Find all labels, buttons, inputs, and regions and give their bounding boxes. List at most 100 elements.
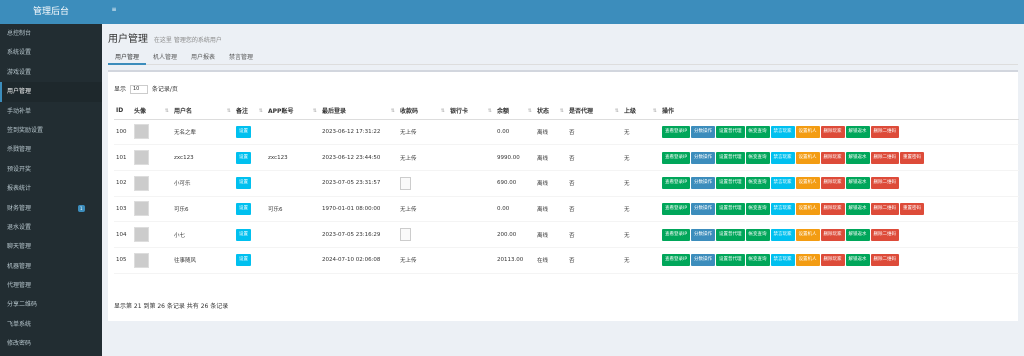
note-set-button[interactable]: 设置 [236,254,251,267]
column-header[interactable]: 操作 [660,103,1019,120]
column-header[interactable]: 银行卡 ⇅ [448,103,495,120]
sort-icon[interactable]: ⇅ [313,108,317,114]
column-header[interactable]: ID [114,103,132,120]
sidebar-item[interactable]: 机器管理 [0,257,102,276]
action-account-query-button[interactable]: 帐变查询 [745,228,770,241]
action-set-robot-button[interactable]: 设置机人 [795,228,820,241]
sidebar-item[interactable]: 退水设置 [0,218,102,237]
sidebar-item[interactable]: 预设开奖 [0,160,102,179]
page-length-select[interactable]: 10 [129,85,148,94]
note-set-button[interactable]: 设置 [236,177,251,190]
action-delete-player-button[interactable]: 删除玩家 [820,151,845,164]
action-account-query-button[interactable]: 帐变查询 [745,177,770,190]
action-account-query-button[interactable]: 帐变查询 [745,151,770,164]
action-delete-qr-button[interactable]: 删除二维码 [870,202,900,215]
note-set-button[interactable]: 设置 [236,151,251,164]
action-view-ip-button[interactable]: 查看登录IP [662,177,691,190]
action-unbind-water-button[interactable]: 解锁返水 [845,228,870,241]
action-ban-player-button[interactable]: 禁言玩家 [770,228,795,241]
tab-3[interactable]: 禁言管理 [222,51,260,65]
action-delete-player-button[interactable]: 删除玩家 [820,254,845,267]
sidebar-item[interactable]: 游戏设置 [0,63,102,82]
action-set-agent-button[interactable]: 设置普代理 [716,125,745,138]
sidebar-item[interactable]: 代理管理 [0,276,102,295]
action-delete-qr-button[interactable]: 删除二维码 [870,177,900,190]
action-reset-password-button[interactable]: 重置密码 [900,202,925,215]
qr-image-icon[interactable] [400,176,411,190]
sidebar-item[interactable]: 报表统计 [0,179,102,198]
action-set-agent-button[interactable]: 设置普代理 [716,228,745,241]
sidebar-item[interactable]: 分享二维码 [0,295,102,314]
action-unbind-water-button[interactable]: 解锁返水 [845,177,870,190]
action-set-agent-button[interactable]: 设置普代理 [716,177,745,190]
action-ban-player-button[interactable]: 禁言玩家 [770,254,795,267]
sort-icon[interactable]: ⇅ [391,108,395,114]
action-score-op-button[interactable]: 分数操作 [691,151,716,164]
action-delete-qr-button[interactable]: 删除二维码 [870,228,900,241]
action-unbind-water-button[interactable]: 解锁返水 [845,151,870,164]
column-header[interactable]: 备注 ⇅ [234,103,266,120]
action-account-query-button[interactable]: 帐变查询 [745,254,770,267]
action-delete-qr-button[interactable]: 删除二维码 [870,254,900,267]
action-ban-player-button[interactable]: 禁言玩家 [770,125,795,138]
tab-2[interactable]: 用户报表 [184,51,222,65]
action-unbind-water-button[interactable]: 解锁返水 [845,125,870,138]
column-header[interactable]: 头像 ⇅ [132,103,172,120]
note-set-button[interactable]: 设置 [236,228,251,241]
action-view-ip-button[interactable]: 查看登录IP [662,202,691,215]
action-score-op-button[interactable]: 分数操作 [691,177,716,190]
action-unbind-water-button[interactable]: 解锁返水 [845,254,870,267]
sort-icon[interactable]: ⇅ [560,108,564,114]
action-view-ip-button[interactable]: 查看登录IP [662,254,691,267]
action-set-agent-button[interactable]: 设置普代理 [716,202,745,215]
column-header[interactable]: 是否代理 ⇅ [567,103,622,120]
column-header[interactable]: 状态 ⇅ [535,103,567,120]
sidebar-item[interactable]: 总控制台 [0,24,102,43]
sidebar-item[interactable]: 手动补单 [0,102,102,121]
note-set-button[interactable]: 设置 [236,202,251,215]
action-score-op-button[interactable]: 分数操作 [691,125,716,138]
action-delete-player-button[interactable]: 删除玩家 [820,177,845,190]
action-unbind-water-button[interactable]: 解锁返水 [845,202,870,215]
column-header[interactable]: 用户名 ⇅ [172,103,234,120]
sidebar-item[interactable]: 财务管理 1 [0,199,102,218]
sidebar-item[interactable]: 用户管理 [0,82,102,102]
column-header[interactable]: 上级 ⇅ [622,103,660,120]
action-set-agent-button[interactable]: 设置普代理 [716,254,745,267]
sidebar-item[interactable]: 系统设置 [0,43,102,62]
action-account-query-button[interactable]: 帐变查询 [745,202,770,215]
sidebar-item[interactable]: 聊天管理 [0,237,102,256]
sort-icon[interactable]: ⇅ [227,108,231,114]
tab-1[interactable]: 机人管理 [146,51,184,65]
action-set-robot-button[interactable]: 设置机人 [795,254,820,267]
sort-icon[interactable]: ⇅ [165,108,169,114]
sidebar-item[interactable]: 杀戮管理 [0,140,102,159]
action-view-ip-button[interactable]: 查看登录IP [662,125,691,138]
sort-icon[interactable]: ⇅ [653,108,657,114]
sort-icon[interactable]: ⇅ [528,108,532,114]
sort-icon[interactable]: ⇅ [488,108,492,114]
column-header[interactable]: 余额 ⇅ [495,103,535,120]
qr-image-icon[interactable] [400,228,411,242]
sidebar-item[interactable]: 飞单系统 [0,315,102,334]
column-header[interactable]: 最后登录 ⇅ [320,103,398,120]
action-delete-player-button[interactable]: 删除玩家 [820,202,845,215]
action-set-robot-button[interactable]: 设置机人 [795,177,820,190]
action-delete-qr-button[interactable]: 删除二维码 [870,151,900,164]
action-set-robot-button[interactable]: 设置机人 [795,151,820,164]
tab-0[interactable]: 用户管理 [108,51,147,65]
action-score-op-button[interactable]: 分数操作 [691,254,716,267]
action-delete-qr-button[interactable]: 删除二维码 [870,125,900,138]
action-account-query-button[interactable]: 帐变查询 [745,125,770,138]
action-delete-player-button[interactable]: 删除玩家 [820,228,845,241]
column-header[interactable]: 收款码 ⇅ [398,103,448,120]
action-ban-player-button[interactable]: 禁言玩家 [770,202,795,215]
sort-icon[interactable]: ⇅ [441,108,445,114]
action-view-ip-button[interactable]: 查看登录IP [662,228,691,241]
note-set-button[interactable]: 设置 [236,125,251,138]
action-score-op-button[interactable]: 分数操作 [691,202,716,215]
action-set-robot-button[interactable]: 设置机人 [795,202,820,215]
action-score-op-button[interactable]: 分数操作 [691,228,716,241]
action-view-ip-button[interactable]: 查看登录IP [662,151,691,164]
action-ban-player-button[interactable]: 禁言玩家 [770,151,795,164]
